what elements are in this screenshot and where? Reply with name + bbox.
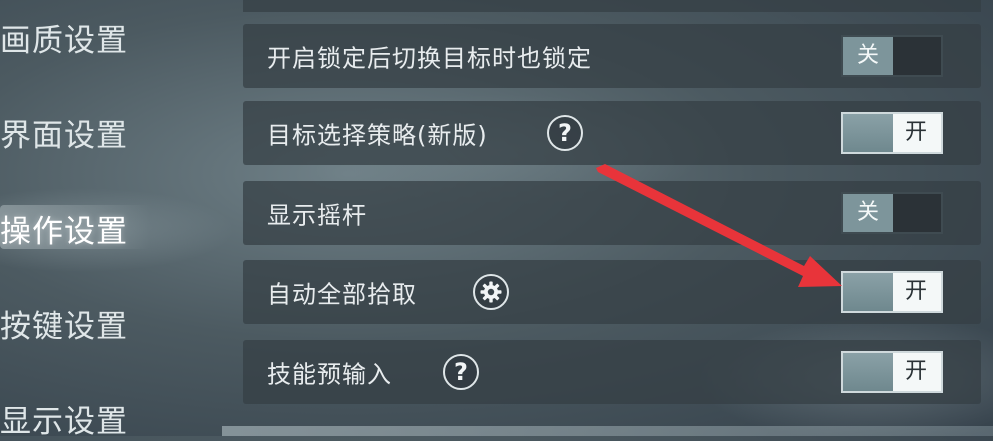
- sidebar-item-controls[interactable]: 操作设置: [0, 206, 128, 251]
- toggle-state-label: 开: [904, 279, 927, 304]
- setting-label: 显示摇杆: [267, 201, 367, 230]
- setting-row-target-strategy: 目标选择策略(新版) ? 开: [243, 101, 981, 165]
- sidebar-item-graphics[interactable]: 画质设置: [0, 15, 128, 60]
- toggle-state-label: 关: [843, 194, 893, 232]
- help-icon[interactable]: ?: [547, 115, 583, 151]
- toggle-state-label: 开: [904, 120, 927, 145]
- setting-row-lock-switch-target: 开启锁定后切换目标时也锁定 关: [243, 24, 981, 88]
- toggle-state-label: 关: [843, 37, 893, 75]
- setting-label: 目标选择策略(新版): [267, 121, 488, 150]
- auto-loot-toggle[interactable]: 开: [841, 271, 943, 313]
- setting-row-auto-loot: 自动全部拾取 开: [243, 260, 981, 324]
- lock-switch-target-toggle[interactable]: 关: [841, 35, 943, 77]
- help-icon[interactable]: ?: [443, 354, 479, 390]
- setting-label: 自动全部拾取: [267, 280, 417, 309]
- next-row-edge: [222, 426, 993, 436]
- toggle-state-label: 开: [904, 359, 927, 384]
- sidebar-item-interface[interactable]: 界面设置: [0, 110, 128, 155]
- toggle-knob: [843, 114, 893, 152]
- toggle-knob: [843, 273, 893, 311]
- target-strategy-toggle[interactable]: 开: [841, 112, 943, 154]
- settings-sidebar: 画质设置 界面设置 操作设置 按键设置 显示设置: [0, 0, 200, 440]
- skill-preinput-toggle[interactable]: 开: [841, 351, 943, 393]
- setting-label: 技能预输入: [267, 360, 392, 389]
- toggle-knob: [843, 353, 893, 391]
- sidebar-item-display[interactable]: 显示设置: [0, 396, 128, 441]
- sidebar-item-keybinds[interactable]: 按键设置: [0, 301, 128, 346]
- setting-row-show-joystick: 显示摇杆 关: [243, 181, 981, 245]
- setting-label: 开启锁定后切换目标时也锁定: [267, 44, 592, 73]
- settings-panel: 开启锁定后切换目标时也锁定 关 目标选择策略(新版) ? 开 显示摇杆 关 自动…: [243, 0, 983, 436]
- gear-icon[interactable]: [473, 274, 509, 310]
- show-joystick-toggle[interactable]: 关: [841, 192, 943, 234]
- setting-row-skill-preinput: 技能预输入 ? 开: [243, 340, 981, 404]
